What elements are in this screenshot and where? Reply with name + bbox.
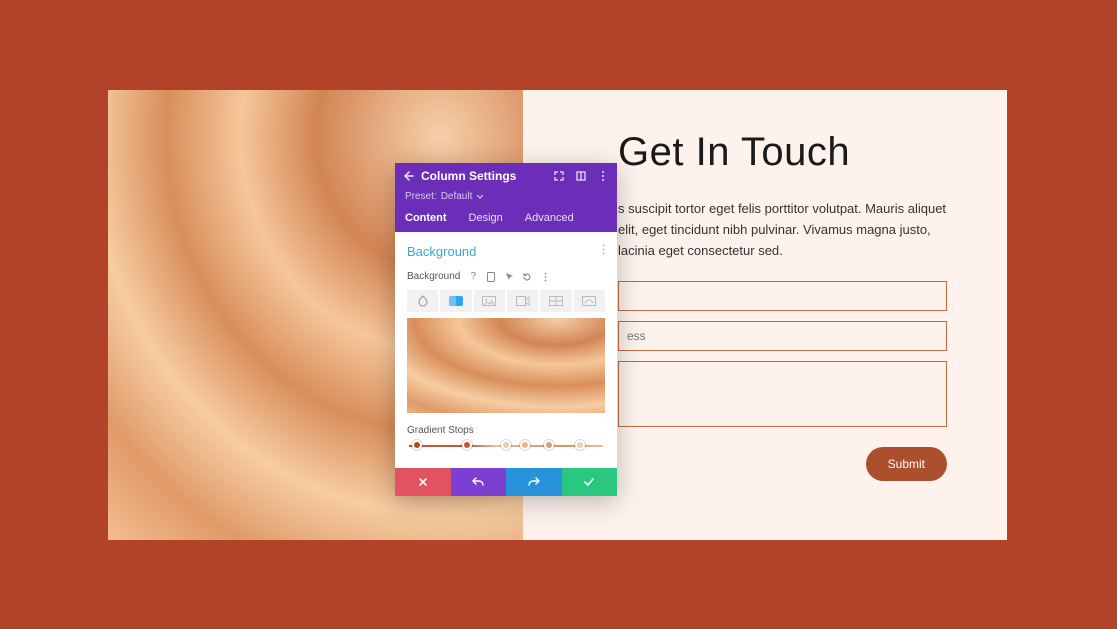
snap-icon[interactable] [575, 170, 587, 182]
panel-body: Background Background ? [395, 232, 617, 468]
bg-tab-video[interactable] [507, 290, 538, 312]
preset-value: Default [441, 191, 473, 202]
hover-icon[interactable] [504, 272, 514, 282]
gradient-preview[interactable] [407, 318, 605, 413]
gradient-stop[interactable] [462, 440, 472, 450]
gradient-stop[interactable] [575, 440, 585, 450]
preset-row[interactable]: Preset: Default [395, 189, 617, 206]
page-body: s suscipit tortor eget felis porttitor v… [618, 199, 947, 261]
gradient-stops-label: Gradient Stops [407, 425, 605, 436]
message-field[interactable] [618, 361, 947, 427]
tab-design[interactable]: Design [469, 212, 503, 224]
column-settings-modal: Column Settings Preset: Default Content … [395, 163, 617, 496]
gradient-stop[interactable] [412, 440, 422, 450]
tablet-icon[interactable] [486, 272, 496, 282]
name-field[interactable] [618, 281, 947, 311]
modal-tabs: Content Design Advanced [395, 206, 617, 232]
email-field[interactable] [618, 321, 947, 351]
bg-tab-image[interactable] [474, 290, 505, 312]
tab-advanced[interactable]: Advanced [525, 212, 574, 224]
save-button[interactable] [562, 468, 618, 496]
background-type-tabs [407, 290, 605, 312]
chevron-down-icon [476, 193, 484, 201]
gradient-stops-slider[interactable] [409, 444, 603, 448]
expand-icon[interactable] [553, 170, 565, 182]
bg-tab-mask[interactable] [574, 290, 605, 312]
modal-title: Column Settings [421, 169, 547, 183]
gradient-stop[interactable] [544, 440, 554, 450]
section-kebab-icon[interactable] [602, 244, 605, 258]
page-title: Get In Touch [618, 130, 947, 175]
kebab-icon[interactable] [597, 170, 609, 182]
field-label: Background [407, 271, 460, 282]
tab-content[interactable]: Content [405, 212, 447, 224]
preset-label: Preset: [405, 191, 437, 202]
field-kebab-icon[interactable] [540, 272, 550, 282]
undo-button[interactable] [451, 468, 507, 496]
redo-button[interactable] [506, 468, 562, 496]
help-icon[interactable]: ? [468, 272, 478, 282]
submit-button[interactable]: Submit [866, 447, 947, 481]
section-title: Background [407, 244, 605, 259]
back-icon[interactable] [403, 170, 415, 182]
gradient-stop[interactable] [501, 440, 511, 450]
gradient-stop[interactable] [520, 440, 530, 450]
cancel-button[interactable] [395, 468, 451, 496]
bg-tab-color[interactable] [407, 290, 438, 312]
bg-tab-pattern[interactable] [540, 290, 571, 312]
modal-footer [395, 468, 617, 496]
background-field-row: Background ? [407, 271, 605, 282]
bg-tab-gradient[interactable] [440, 290, 471, 312]
reset-icon[interactable] [522, 272, 532, 282]
modal-header[interactable]: Column Settings [395, 163, 617, 189]
